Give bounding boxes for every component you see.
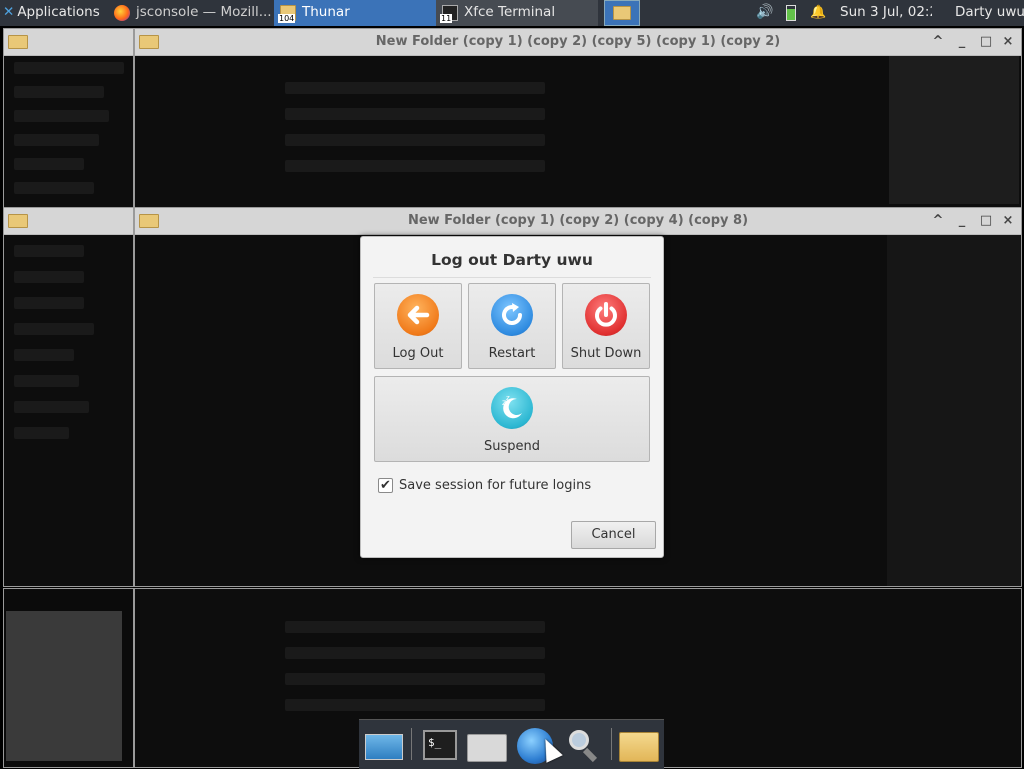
task-label: jsconsole — Mozill... (136, 4, 272, 20)
close-icon[interactable]: × (999, 208, 1017, 234)
battery-icon[interactable] (786, 5, 796, 21)
window-titlebar[interactable] (4, 208, 133, 235)
shade-icon[interactable]: ^ (929, 29, 947, 55)
xfce-logo-icon: ✕ (3, 4, 15, 20)
suspend-label: Suspend (483, 439, 540, 454)
show-desktop-icon[interactable] (363, 726, 403, 764)
window-body (135, 56, 1021, 207)
volume-icon[interactable]: 🔊 (756, 0, 776, 26)
notification-bell-icon[interactable]: 🔔 (810, 0, 826, 26)
logout-button[interactable]: Log Out (374, 283, 462, 369)
minimize-icon[interactable]: _ (953, 29, 971, 55)
restart-label: Restart (488, 346, 536, 361)
close-icon[interactable]: × (999, 29, 1017, 55)
save-session-label[interactable]: Save session for future logins (399, 477, 591, 495)
window-titlebar[interactable]: New Folder (copy 1) (copy 2) (copy 4) (c… (135, 208, 1021, 235)
terminal-icon[interactable]: $_ (421, 726, 461, 764)
window-titlebar[interactable]: New Folder (copy 1) (copy 2) (copy 5) (c… (135, 29, 1021, 56)
minimize-icon[interactable]: _ (953, 208, 971, 234)
top-panel: ✕ Applications jsconsole — Mozill... 104 … (0, 0, 1024, 26)
taskbar-item-firefox[interactable]: jsconsole — Mozill... (108, 0, 274, 26)
taskbar-item-terminal[interactable]: 11 Xfce Terminal (436, 0, 598, 26)
window-count-badge: 104 (278, 14, 296, 23)
search-icon[interactable] (563, 726, 603, 764)
window-title: New Folder (copy 1) (copy 2) (copy 5) (c… (375, 34, 781, 49)
maximize-icon[interactable]: □ (977, 29, 995, 55)
firefox-icon (114, 5, 130, 21)
home-folder-icon[interactable] (467, 726, 507, 764)
background-window-top: New Folder (copy 1) (copy 2) (copy 5) (c… (134, 28, 1022, 208)
folder-icon (139, 214, 159, 228)
dock-separator (611, 728, 612, 760)
window-titlebar[interactable] (4, 29, 133, 56)
bottom-dock: $_ (359, 719, 664, 769)
folder-icon (8, 35, 28, 49)
dialog-title: Log out Darty uwu (431, 251, 593, 269)
shade-icon[interactable]: ^ (929, 208, 947, 234)
window-body (4, 235, 133, 586)
applications-label: Applications (17, 4, 100, 20)
maximize-icon[interactable]: □ (977, 208, 995, 234)
logout-dialog: Log out Darty uwu Log Out Restart Shut D… (360, 236, 664, 558)
window-body (4, 589, 133, 767)
cancel-button[interactable]: Cancel (571, 521, 656, 549)
task-label: Thunar (302, 4, 350, 20)
logout-label: Log Out (392, 346, 444, 361)
background-window-bottom-left (3, 588, 134, 768)
folder-icon (613, 6, 631, 20)
power-icon (585, 294, 627, 336)
restart-button[interactable]: Restart (468, 283, 556, 369)
divider (373, 277, 651, 278)
refresh-icon (491, 294, 533, 336)
window-body (4, 56, 133, 207)
window-title: New Folder (copy 1) (copy 2) (copy 4) (c… (407, 213, 749, 228)
clock[interactable]: Sun 3 Jul, 02:24 (840, 0, 932, 26)
shutdown-button[interactable]: Shut Down (562, 283, 650, 369)
task-label: Xfce Terminal (464, 4, 556, 20)
user-menu[interactable]: Darty uwu (955, 0, 1024, 26)
moon-sleep-icon: zz (491, 387, 533, 429)
svg-text:z: z (506, 394, 510, 402)
applications-menu[interactable]: ✕ Applications (0, 0, 108, 26)
file-manager-icon[interactable] (617, 726, 659, 764)
save-session-checkbox[interactable]: ✔ (378, 478, 393, 493)
window-count-badge: 11 (440, 14, 453, 23)
folder-icon (8, 214, 28, 228)
suspend-button[interactable]: zz Suspend (374, 376, 650, 462)
background-window-left-top (3, 28, 134, 208)
taskbar-item-folder[interactable] (604, 0, 640, 26)
background-window-left-middle (3, 207, 134, 587)
taskbar-item-thunar[interactable]: 104 Thunar (274, 0, 436, 26)
shutdown-label: Shut Down (570, 346, 642, 361)
arrow-left-icon (397, 294, 439, 336)
folder-icon (139, 35, 159, 49)
dock-separator (411, 728, 412, 760)
